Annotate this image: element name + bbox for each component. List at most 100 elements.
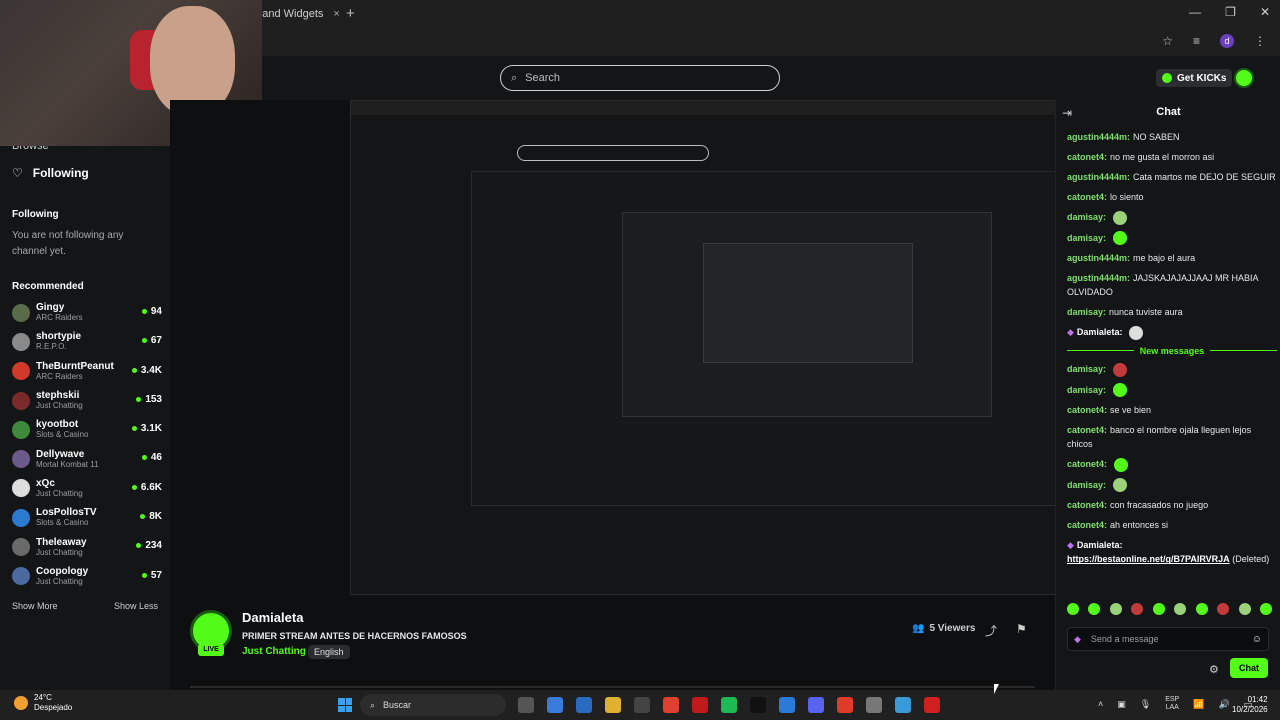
emote-icon[interactable] [1131, 603, 1144, 615]
weather-widget[interactable]: 24°C Despejado [14, 693, 72, 713]
sidebar-channel-lospollostv[interactable]: LosPollosTV Slots & Casino 8K [12, 503, 162, 532]
emote-icon[interactable] [1152, 603, 1165, 615]
sidebar-following-link[interactable]: ♡ Following [12, 166, 89, 180]
sidebar-channel-stephskii[interactable]: stephskii Just Chatting 153 [12, 386, 162, 415]
chat-username[interactable]: catonet4: [1067, 425, 1107, 435]
app-icon[interactable] [866, 697, 882, 713]
chat-link[interactable]: https://bestaonline.net/g/B7PAIRVRJA [1067, 554, 1230, 564]
profile-avatar[interactable]: d [1220, 34, 1234, 48]
sidebar-channel-shortypie[interactable]: shortypie R.E.P.O. 67 [12, 327, 162, 356]
close-window-button[interactable]: ✕ [1260, 5, 1270, 19]
chat-username[interactable]: agustin4444m: [1067, 132, 1130, 142]
mic-app-icon[interactable] [837, 697, 853, 713]
volume-icon[interactable]: 🔊 [1218, 699, 1229, 710]
wifi-icon[interactable]: 📶 [1193, 699, 1204, 710]
chat-username[interactable]: catonet4: [1067, 152, 1107, 162]
follow-icon[interactable]: ⚑ [1016, 622, 1027, 636]
tab-close-icon[interactable]: × [333, 8, 339, 20]
copilot-icon[interactable] [547, 697, 563, 713]
emote-icon[interactable] [1174, 603, 1187, 615]
clock[interactable]: 01:42 10/2/2026 [1232, 695, 1268, 715]
microphone-icon[interactable]: 🎙 [1140, 699, 1151, 710]
emote-icon[interactable] [1067, 603, 1079, 615]
chat-username[interactable]: agustin4444m: [1067, 253, 1130, 263]
sidebar-channel-gingy[interactable]: Gingy ARC Raiders 94 [12, 298, 162, 327]
sidebar-channel-dellywave[interactable]: Dellywave Mortal Kombat 11 46 [12, 444, 162, 473]
bookmark-star-icon[interactable]: ☆ [1162, 34, 1173, 48]
app-icon[interactable] [779, 697, 795, 713]
new-messages-divider[interactable]: New messages [1067, 346, 1277, 356]
maximize-button[interactable]: ❐ [1225, 5, 1236, 19]
chat-username[interactable]: damisay: [1067, 385, 1106, 395]
chat-input[interactable]: ◆ Send a message ☺ [1067, 627, 1269, 651]
chat-settings-icon[interactable]: ⚙ [1209, 663, 1219, 676]
emoji-picker-icon[interactable]: ☺ [1252, 634, 1262, 645]
chat-username[interactable]: damisay: [1067, 307, 1106, 317]
store-icon[interactable] [634, 697, 650, 713]
file-explorer-icon[interactable] [605, 697, 621, 713]
netflix-icon[interactable] [692, 697, 708, 713]
chrome-alt-icon[interactable] [895, 697, 911, 713]
user-avatar[interactable] [1234, 68, 1254, 88]
browser-tab[interactable]: ot and Widgets × [250, 0, 360, 28]
new-tab-button[interactable]: + [346, 5, 355, 22]
channel-name: stephskii [36, 390, 80, 402]
stream-category[interactable]: Just Chatting [242, 646, 306, 657]
chat-username[interactable]: agustin4444m: [1067, 172, 1130, 182]
sidebar-channel-theburntpeanut[interactable]: TheBurntPeanut ARC Raiders 3.4K [12, 357, 162, 386]
channel-avatar [12, 303, 30, 322]
search-input[interactable]: ⌕ Search [500, 65, 780, 91]
tray-chevron-icon[interactable]: ˄ [1098, 699, 1103, 709]
show-less-link[interactable]: Show Less [114, 601, 158, 611]
emote-icon[interactable] [1217, 603, 1230, 615]
spotify-icon[interactable] [721, 697, 737, 713]
chat-username[interactable]: agustin4444m: [1067, 273, 1130, 283]
sidebar-channel-xqc[interactable]: xQc Just Chatting 6.6K [12, 474, 162, 503]
nested-capture-2 [471, 171, 1076, 506]
browser-menu-icon[interactable]: ⋮ [1254, 34, 1266, 48]
chat-message: catonet4: se ve bien [1067, 403, 1277, 417]
streamer-name[interactable]: Damialeta [242, 610, 303, 625]
share-icon[interactable]: ⤴ [985, 622, 997, 639]
taskbar-search[interactable]: ⌕ Buscar [360, 694, 506, 716]
chat-username[interactable]: damisay: [1067, 364, 1106, 374]
opera-icon[interactable] [924, 697, 940, 713]
chat-send-button[interactable]: Chat [1230, 658, 1268, 678]
show-more-link[interactable]: Show More [12, 601, 58, 611]
emote-icon[interactable] [1238, 603, 1251, 615]
chat-emote-icon [1114, 457, 1129, 472]
chat-username[interactable]: catonet4: [1067, 500, 1107, 510]
outlook-icon[interactable] [576, 697, 592, 713]
sidebar-channel-coopology[interactable]: Coopology Just Chatting 57 [12, 562, 162, 591]
windows-start-icon[interactable] [338, 698, 352, 712]
emote-icon[interactable] [1088, 603, 1101, 615]
minimize-button[interactable]: — [1189, 5, 1201, 19]
sidebar-channel-theleaway[interactable]: Theleaway Just Chatting 234 [12, 532, 162, 561]
chat-username[interactable]: damisay: [1067, 480, 1106, 490]
chat-username[interactable]: Damialeta: [1077, 540, 1123, 550]
emote-icon[interactable] [1259, 603, 1272, 615]
sidebar-channel-kyootbot[interactable]: kyootbot Slots & Casino 3.1K [12, 415, 162, 444]
tiktok-icon[interactable] [750, 697, 766, 713]
emote-icon[interactable] [1195, 603, 1208, 615]
discord-icon[interactable] [808, 697, 824, 713]
emote-icon[interactable] [1109, 603, 1122, 615]
chat-username[interactable]: Damialeta: [1077, 327, 1123, 337]
channel-avatar [12, 479, 30, 498]
language-indicator[interactable]: ESP LAA [1165, 696, 1179, 712]
task-view-icon[interactable] [518, 697, 534, 713]
chat-username[interactable]: damisay: [1067, 233, 1106, 243]
video-player[interactable]: Chat [170, 100, 1225, 690]
chat-username[interactable]: catonet4: [1067, 459, 1107, 469]
chat-username[interactable]: catonet4: [1067, 192, 1107, 202]
get-kicks-button[interactable]: Get KICKs [1156, 69, 1233, 87]
chat-username[interactable]: catonet4: [1067, 520, 1107, 530]
chat-username[interactable]: damisay: [1067, 212, 1106, 222]
chrome-icon[interactable] [663, 697, 679, 713]
extensions-icon[interactable]: ≡ [1193, 34, 1200, 48]
chat-username[interactable]: catonet4: [1067, 405, 1107, 415]
tray-app-icon[interactable]: ▣ [1117, 699, 1126, 710]
stream-language-tag[interactable]: English [308, 645, 350, 659]
chat-message: catonet4: lo siento [1067, 190, 1277, 204]
search-icon: ⌕ [511, 71, 518, 84]
